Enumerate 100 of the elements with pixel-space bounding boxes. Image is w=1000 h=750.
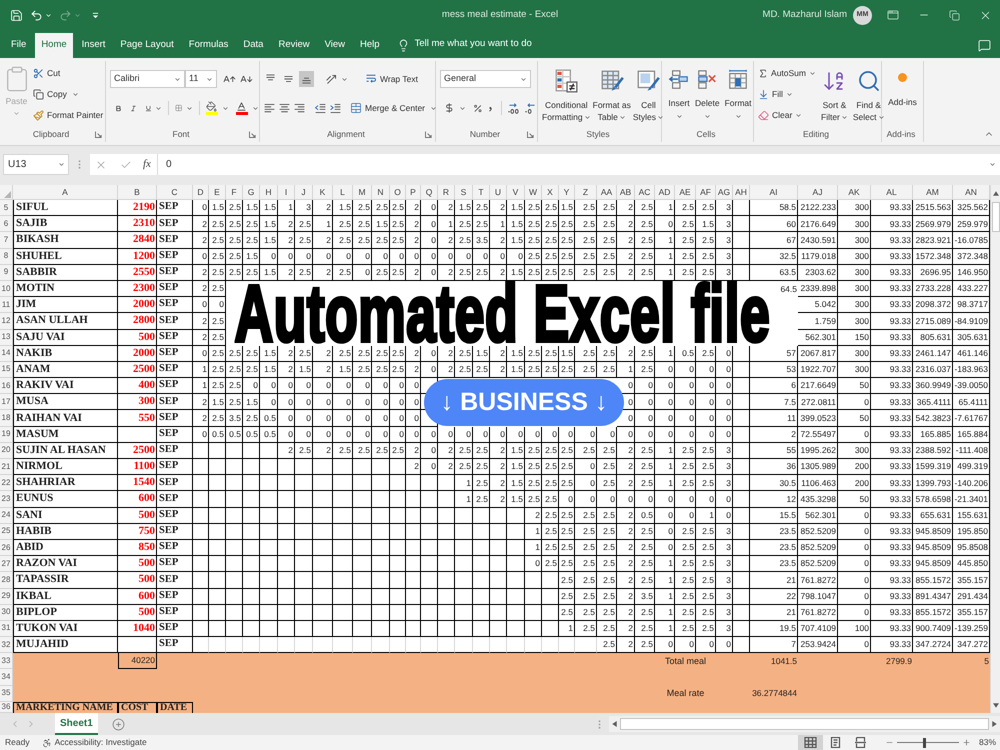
group-label: Add-ins [886, 128, 916, 141]
sort-filter-button[interactable]: Sort & Filter [821, 61, 848, 127]
menu-tab[interactable]: Home [35, 33, 73, 58]
column-header: AN [953, 185, 990, 200]
wrap-text-button[interactable]: Wrap Text [365, 72, 418, 86]
cut-button[interactable]: Cut [33, 65, 104, 82]
number-value: 707.4109 [800, 624, 836, 633]
number-format-field[interactable]: General [440, 70, 531, 88]
number-value: 2.5 [528, 252, 540, 260]
styles-button[interactable]: Cell Styles [632, 63, 664, 127]
empty-cell [278, 556, 295, 572]
align-center-icon[interactable] [278, 102, 291, 114]
ribbon-display-icon[interactable] [887, 9, 899, 21]
dialog-launcher-icon[interactable] [249, 131, 256, 138]
dialog-launcher-icon[interactable] [425, 131, 432, 138]
number-value: 2 [202, 268, 207, 277]
copy-button[interactable]: Copy [33, 86, 104, 103]
menu-tab[interactable]: Review [272, 33, 316, 58]
add-sheet-icon[interactable] [112, 718, 125, 730]
zoom-in-icon[interactable] [962, 738, 971, 747]
decrease-decimal-icon[interactable] [524, 102, 537, 114]
fill-color-icon[interactable] [206, 101, 218, 115]
caret-icon [795, 112, 802, 119]
borders-icon[interactable] [174, 102, 182, 114]
menu-tab[interactable]: Formulas [182, 33, 234, 58]
number-value: 0 [668, 365, 673, 374]
merge-cells-icon [350, 102, 362, 114]
save-icon[interactable] [10, 8, 23, 22]
number-value: 2.5 [528, 365, 540, 374]
scroll-thumb[interactable] [620, 718, 989, 730]
zoom-level[interactable]: 83% [978, 736, 996, 749]
decrease-indent-icon[interactable] [314, 102, 327, 114]
menu-tab[interactable]: View [318, 33, 352, 58]
restore-icon[interactable] [949, 10, 960, 20]
scroll-up-icon[interactable] [992, 191, 998, 196]
menu-tab[interactable]: Insert [76, 33, 112, 58]
cells-button[interactable]: Insert [668, 64, 690, 127]
number-value: 2.5 [545, 510, 557, 520]
font-name-field[interactable]: Calibri [110, 70, 185, 88]
format-painter-button[interactable]: Format Painter [33, 107, 104, 124]
cells-button[interactable]: Format [724, 64, 752, 127]
number-value: 2.5 [561, 576, 573, 584]
number-value: 1 [466, 494, 471, 504]
increase-decimal-icon[interactable] [507, 102, 520, 114]
accessibility-icon[interactable] [42, 738, 52, 748]
styles-button[interactable]: Format as Table [592, 63, 631, 127]
clear-button[interactable]: Clear [758, 107, 816, 124]
zoom-slider[interactable] [896, 738, 959, 748]
menu-tab[interactable]: Help [354, 33, 386, 58]
menu-tab[interactable]: Page Layout [114, 33, 180, 58]
fill-button[interactable]: Fill [758, 86, 816, 103]
number-value: 0 [535, 430, 540, 438]
comments-icon[interactable] [978, 39, 991, 52]
normal-view-icon[interactable] [798, 735, 823, 750]
accessibility-status[interactable]: Accessibility: Investigate [54, 736, 147, 749]
slider-thumb[interactable] [923, 738, 926, 748]
autosum-button[interactable]: AutoSum [758, 65, 816, 82]
number-value: 2 [326, 268, 331, 277]
scroll-down-icon[interactable] [992, 703, 998, 708]
scroll-left-icon[interactable] [612, 721, 617, 727]
undo-icon[interactable] [30, 8, 43, 22]
group-label: Alignment [327, 128, 365, 141]
name-box[interactable]: U13 [3, 154, 69, 175]
number-value: 2.5 [229, 365, 241, 374]
orientation-icon[interactable] [325, 72, 338, 86]
styles-button[interactable]: Conditional Formatting [542, 63, 591, 127]
font-size-field[interactable]: 11 [185, 70, 217, 88]
align-right-icon[interactable] [293, 102, 306, 114]
caret-icon[interactable] [45, 12, 52, 18]
formula-field[interactable]: 0 [156, 154, 1000, 175]
currency-icon[interactable] [444, 102, 454, 114]
font-color-icon[interactable] [236, 101, 248, 115]
column-header: X [542, 185, 559, 200]
number-value: 0 [431, 236, 436, 244]
number-value: 2.5 [702, 446, 714, 455]
dialog-launcher-icon[interactable] [95, 131, 102, 138]
tell-me-search[interactable]: Tell me what you want to do [414, 36, 532, 51]
merge-center-button[interactable]: Merge & Center [350, 102, 437, 114]
percent-icon[interactable] [472, 102, 482, 114]
person-name: SAJU VAI [16, 332, 65, 343]
menu-tab[interactable]: File [5, 33, 32, 58]
number-value: 2461.147 [916, 349, 951, 358]
addins-button[interactable]: Add-ins [882, 61, 923, 109]
find-select-button[interactable]: Find & Select [852, 61, 885, 127]
dialog-launcher-icon[interactable] [527, 131, 534, 138]
menu-tab[interactable]: Data [237, 33, 270, 58]
number-value: 1.5 [511, 203, 523, 212]
number-value: 65.4111 [958, 398, 988, 406]
scroll-thumb[interactable] [992, 202, 1000, 232]
month-value: SEP [159, 607, 178, 618]
customize-toolbar-icon[interactable] [92, 12, 99, 18]
align-left-icon[interactable] [263, 102, 276, 114]
cells-button[interactable]: Delete [695, 64, 720, 127]
insert-function-button[interactable]: fx [143, 156, 151, 173]
align-bottom-icon[interactable] [299, 71, 314, 87]
scroll-right-icon[interactable] [992, 721, 997, 727]
month-value: SEP [159, 267, 178, 278]
month-value: SEP [159, 283, 178, 294]
increase-indent-icon[interactable] [329, 102, 342, 114]
sheet-tab[interactable]: Sheet1 [55, 713, 98, 735]
